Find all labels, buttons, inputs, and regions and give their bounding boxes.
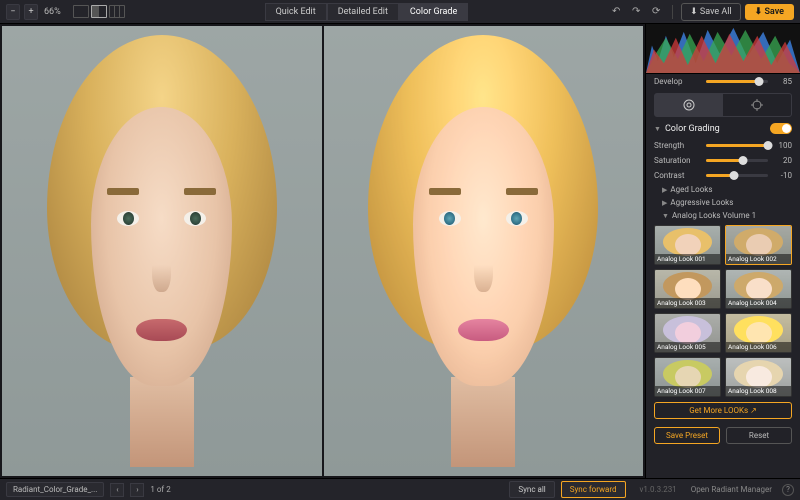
slider-row-contrast: Contrast -10 (646, 168, 800, 183)
undo-icon[interactable]: ↶ (608, 4, 624, 20)
version-label: v1.0.3.231 (640, 485, 677, 494)
target-tab[interactable] (723, 94, 791, 116)
zoom-out-button[interactable]: − (6, 4, 20, 20)
view-filmstrip-icon[interactable] (109, 5, 125, 18)
color-grading-header[interactable]: ▼ Color Grading (646, 119, 800, 138)
histogram[interactable] (646, 24, 800, 74)
color-grading-toggle[interactable] (770, 123, 792, 134)
look-thumb[interactable]: Analog Look 001 (654, 225, 721, 265)
slider-row-strength: Strength 100 (646, 138, 800, 153)
look-thumb[interactable]: Analog Look 008 (725, 357, 792, 397)
top-toolbar: − + 66% Quick Edit Detailed Edit Color G… (0, 0, 800, 24)
save-button[interactable]: ⬇ Save (745, 4, 794, 20)
look-label: Analog Look 007 (655, 386, 720, 396)
contrast-label: Contrast (654, 171, 700, 180)
look-thumb[interactable]: Analog Look 006 (725, 313, 792, 353)
strength-slider[interactable] (706, 144, 768, 147)
look-thumb[interactable]: Analog Look 004 (725, 269, 792, 309)
looks-grid: Analog Look 001 Analog Look 002 Analog L… (646, 222, 800, 400)
look-label: Analog Look 004 (726, 298, 791, 308)
chevron-right-icon: ▶ (662, 186, 667, 194)
develop-label: Develop (654, 77, 700, 86)
strength-value: 100 (774, 141, 792, 150)
look-label: Analog Look 002 (726, 254, 791, 264)
develop-slider[interactable] (706, 80, 768, 83)
view-mode-group (73, 5, 125, 18)
look-thumb[interactable]: Analog Look 002 Analog Look 002 (725, 225, 792, 265)
chevron-down-icon: ▼ (662, 212, 669, 220)
after-pane[interactable] (324, 26, 644, 476)
look-label: Analog Look 008 (726, 386, 791, 396)
get-more-looks-button[interactable]: Get More LOOKs ↗ (654, 402, 792, 419)
strength-label: Strength (654, 141, 700, 150)
tab-color-grade[interactable]: Color Grade (399, 3, 468, 21)
look-thumb[interactable]: Analog Look 007 (654, 357, 721, 397)
prev-image-button[interactable]: ‹ (110, 483, 124, 497)
view-single-icon[interactable] (73, 5, 89, 18)
redo-icon[interactable]: ↷ (628, 4, 644, 20)
filename-dropdown[interactable]: Radiant_Color_Grade_... (6, 482, 104, 497)
save-preset-button[interactable]: Save Preset (654, 427, 720, 444)
panel-tool-tabs (654, 93, 792, 117)
tab-quick-edit[interactable]: Quick Edit (265, 3, 327, 21)
zoom-in-button[interactable]: + (24, 4, 38, 20)
folder-aged looks[interactable]: ▶Aged Looks (646, 183, 800, 196)
folder-analog looks volume 1[interactable]: ▼Analog Looks Volume 1 (646, 209, 800, 222)
open-manager-link[interactable]: Open Radiant Manager (691, 485, 772, 494)
saturation-label: Saturation (654, 156, 700, 165)
compare-viewport (0, 24, 645, 478)
look-label: Analog Look 006 (726, 342, 791, 352)
help-icon[interactable]: ? (782, 484, 794, 496)
view-split-icon[interactable] (91, 5, 107, 18)
look-label: Analog Look 003 (655, 298, 720, 308)
tab-detailed-edit[interactable]: Detailed Edit (327, 3, 399, 21)
look-label: Analog Look 001 (655, 254, 720, 264)
develop-value: 85 (774, 77, 792, 86)
develop-slider-row: Develop 85 (646, 74, 800, 89)
contrast-value: -10 (774, 171, 792, 180)
color-wheel-tab[interactable] (655, 94, 723, 116)
look-thumb[interactable]: Analog Look 003 (654, 269, 721, 309)
bottom-bar: Radiant_Color_Grade_... ‹ › 1 of 2 Sync … (0, 478, 800, 500)
saturation-slider[interactable] (706, 159, 768, 162)
saturation-value: 20 (774, 156, 792, 165)
divider (672, 5, 673, 19)
sync-forward-button[interactable]: Sync forward (561, 481, 626, 498)
before-pane[interactable] (2, 26, 322, 476)
folder-aggressive looks[interactable]: ▶Aggressive Looks (646, 196, 800, 209)
chevron-down-icon: ▼ (654, 125, 661, 133)
look-label: Analog Look 005 (655, 342, 720, 352)
sync-all-button[interactable]: Sync all (509, 481, 554, 498)
look-thumb[interactable]: Analog Look 005 (654, 313, 721, 353)
page-indicator: 1 of 2 (150, 485, 170, 494)
slider-row-saturation: Saturation 20 (646, 153, 800, 168)
chevron-right-icon: ▶ (662, 199, 667, 207)
next-image-button[interactable]: › (130, 483, 144, 497)
save-all-button[interactable]: ⬇ Save All (681, 3, 741, 21)
edit-mode-tabs: Quick Edit Detailed Edit Color Grade (129, 3, 604, 21)
zoom-level: 66% (44, 7, 61, 17)
refresh-icon[interactable]: ⟳ (648, 4, 664, 20)
right-panel: Develop 85 ▼ Color Grading Strength 100 … (645, 24, 800, 478)
reset-button[interactable]: Reset (726, 427, 792, 444)
contrast-slider[interactable] (706, 174, 768, 177)
